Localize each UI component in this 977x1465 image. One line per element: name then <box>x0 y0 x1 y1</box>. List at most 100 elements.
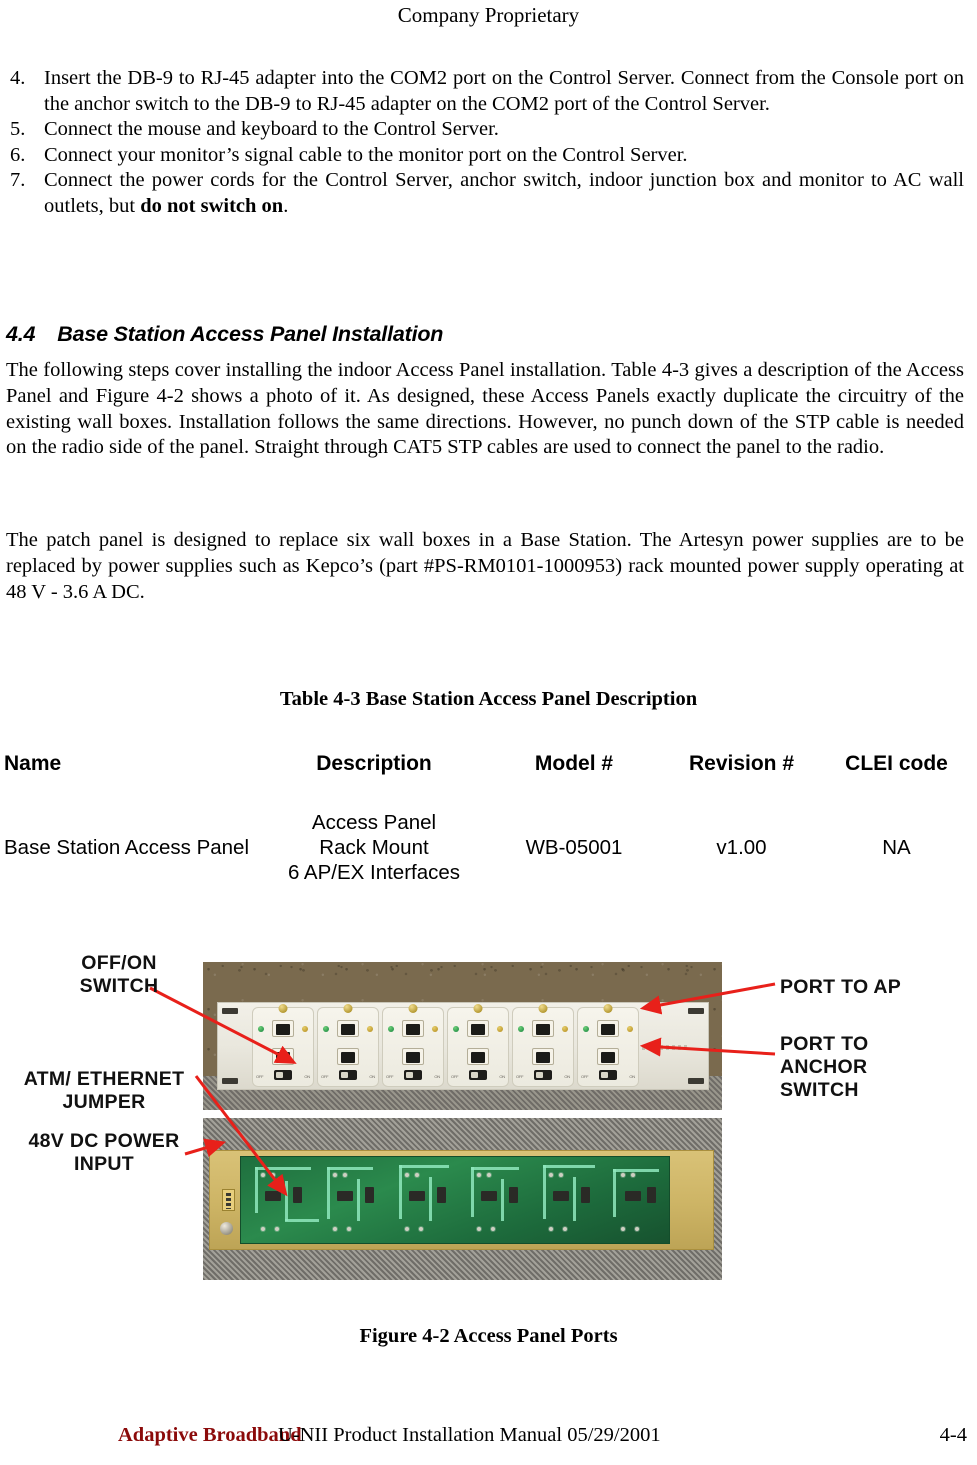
module-screw <box>473 1004 483 1013</box>
list-item: 7. Connect the power cords for the Contr… <box>6 168 964 219</box>
table-row: Base Station Access Panel Access Panel R… <box>4 810 969 885</box>
table-caption: Table 4-3 Base Station Access Panel Desc… <box>279 688 698 710</box>
module-screw <box>343 1004 353 1013</box>
step-text: Connect the mouse and keyboard to the Co… <box>44 118 499 140</box>
rj45-jack-ap <box>402 1020 424 1037</box>
rj45-jack-anchor <box>597 1048 619 1065</box>
dc-power-connector <box>222 1189 235 1211</box>
switch-label-off: OFF <box>256 1074 264 1079</box>
footer-brand: Adaptive Broadband <box>118 1424 302 1446</box>
list-item: 6. Connect your monitor’s signal cable t… <box>6 143 964 169</box>
switch-label-off: OFF <box>386 1074 394 1079</box>
switch-label-on: ON <box>629 1074 635 1079</box>
panel-mounting-screw <box>220 1222 233 1235</box>
step-number: 5. <box>10 118 26 140</box>
column-header-clei: CLEI code <box>845 752 948 775</box>
step-number: 4. <box>10 67 26 89</box>
off-on-switch <box>469 1070 487 1080</box>
rj45-jack-ap <box>597 1020 619 1037</box>
interface-module: OFF ON <box>252 1004 314 1087</box>
off-on-switch <box>274 1070 292 1080</box>
column-header-name: Name <box>4 752 62 775</box>
switch-label-on: ON <box>304 1074 310 1079</box>
column-header-revision: Revision # <box>688 752 795 775</box>
column-header-model: Model # <box>534 752 614 775</box>
section-title: Base Station Access Panel Installation <box>57 322 444 346</box>
document-page: Company Proprietary 4. Insert the DB-9 t… <box>0 0 977 1465</box>
step-number: 7. <box>10 169 26 191</box>
section-heading: 4.4 Base Station Access Panel Installatio… <box>6 322 964 347</box>
module-screw <box>408 1004 418 1013</box>
switch-label-off: OFF <box>581 1074 589 1079</box>
step-text-tail: . <box>283 194 289 217</box>
access-panel-table: Name Description Model # Revision # CLEI… <box>4 752 969 885</box>
rack-ear-notch <box>688 1008 704 1014</box>
switch-label-off: OFF <box>321 1074 329 1079</box>
led-amber-icon <box>302 1026 308 1032</box>
rj45-jack-anchor <box>467 1048 489 1065</box>
photo-rack-panel-front: OFF ON OFF ON OFF ON OFF ON OFF ON OFF O… <box>203 962 722 1110</box>
led-green-icon <box>453 1026 459 1032</box>
interface-module: OFF ON <box>512 1004 574 1087</box>
step-text: Connect the power cords for the Control … <box>44 168 964 219</box>
module-screw <box>603 1004 613 1013</box>
step-text: Insert the DB-9 to RJ-45 adapter into th… <box>44 67 964 115</box>
led-amber-icon <box>562 1026 568 1032</box>
callout-port-to-ap: PORT TO AP <box>780 976 902 998</box>
rack-panel-chassis: OFF ON OFF ON OFF ON OFF ON OFF ON OFF O… <box>217 1002 709 1090</box>
rj45-jack-ap <box>272 1020 294 1037</box>
column-header-description: Description <box>316 752 432 775</box>
interface-module: OFF ON <box>317 1004 379 1087</box>
rj45-jack-anchor <box>402 1048 424 1065</box>
rj45-jack-ap <box>532 1020 554 1037</box>
led-amber-icon <box>432 1026 438 1032</box>
rj45-jack-ap <box>337 1020 359 1037</box>
pcb-mounting-rail <box>209 1150 714 1250</box>
footer-manual-title: U-NII Product Installation Manual 05/29/… <box>278 1424 661 1446</box>
table-header: Name Description Model # Revision # CLEI… <box>4 752 969 810</box>
description-line: 6 AP/EX Interfaces <box>287 861 461 884</box>
interface-module-group: OFF ON OFF ON OFF ON OFF ON OFF ON OFF O… <box>252 1004 642 1087</box>
led-amber-icon <box>497 1026 503 1032</box>
rj45-jack-anchor <box>272 1048 294 1065</box>
interface-module: OFF ON <box>577 1004 639 1087</box>
off-on-switch <box>534 1070 552 1080</box>
step-text: Connect your monitor’s signal cable to t… <box>44 143 688 166</box>
switch-label-on: ON <box>564 1074 570 1079</box>
led-amber-icon <box>367 1026 373 1032</box>
section-number: 4.4 <box>6 322 36 346</box>
rj45-jack-anchor <box>337 1048 359 1065</box>
section-paragraph-2: The patch panel is designed to replace s… <box>6 529 964 603</box>
module-screw <box>278 1004 288 1013</box>
cell-clei: NA <box>882 836 911 859</box>
callout-dc-power-input: 48V DC POWER INPUT <box>28 1130 180 1175</box>
off-on-switch <box>599 1070 617 1080</box>
rack-ear-notch <box>222 1078 238 1084</box>
callout-off-on-switch: OFF/ON SWITCH <box>79 952 159 997</box>
figure-access-panel-ports: OFF ON OFF ON OFF ON OFF ON OFF ON OFF O… <box>0 940 977 1290</box>
page-footer: Adaptive Broadband U-NII Product Install… <box>0 1424 977 1458</box>
callout-port-to-anchor-switch: PORT TO ANCHOR SWITCH <box>780 1033 869 1101</box>
list-item: 5. Connect the mouse and keyboard to the… <box>6 117 964 143</box>
cell-name: Base Station Access Panel <box>4 836 250 859</box>
switch-label-on: ON <box>499 1074 505 1079</box>
switch-label-off: OFF <box>516 1074 524 1079</box>
switch-label-on: ON <box>369 1074 375 1079</box>
description-line: Access Panel <box>311 811 437 834</box>
off-on-switch <box>404 1070 422 1080</box>
footer-page-number: 4-4 <box>939 1424 967 1446</box>
printed-circuit-board <box>240 1156 670 1244</box>
led-amber-icon <box>627 1026 633 1032</box>
numbered-step-list: 4. Insert the DB-9 to RJ-45 adapter into… <box>6 66 964 219</box>
off-on-switch <box>339 1070 357 1080</box>
callout-atm-ethernet-jumper: ATM/ ETHERNET JUMPER <box>23 1068 185 1113</box>
switch-label-on: ON <box>434 1074 440 1079</box>
rack-ear-notch <box>222 1008 238 1014</box>
list-item: 4. Insert the DB-9 to RJ-45 adapter into… <box>6 66 964 117</box>
table-header-row: Name Description Model # Revision # CLEI… <box>4 752 969 810</box>
interface-module: OFF ON <box>447 1004 509 1087</box>
page-header: Company Proprietary <box>397 3 580 27</box>
led-green-icon <box>518 1026 524 1032</box>
rj45-jack-ap <box>467 1020 489 1037</box>
interface-module: OFF ON <box>382 1004 444 1087</box>
